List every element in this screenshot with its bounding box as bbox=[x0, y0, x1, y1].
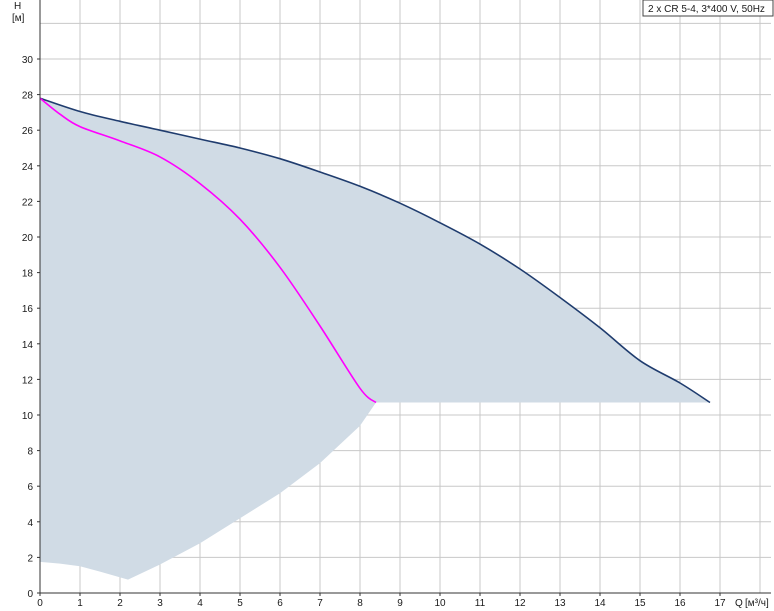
y-tick-label: 10 bbox=[22, 411, 34, 422]
legend-box: 2 x CR 5-4, 3*400 V, 50Hz bbox=[642, 0, 774, 17]
operating-area bbox=[40, 98, 710, 580]
x-tick-label: 12 bbox=[514, 598, 526, 609]
x-tick-label: 1 bbox=[77, 598, 83, 609]
x-tick-label: 4 bbox=[197, 598, 203, 609]
y-tick-label: 18 bbox=[22, 269, 34, 280]
y-axis-label: H bbox=[14, 1, 21, 12]
y-tick-label: 14 bbox=[22, 340, 34, 351]
y-tick-label: 8 bbox=[27, 447, 33, 458]
x-tick-label: 8 bbox=[357, 598, 363, 609]
x-tick-label: 17 bbox=[714, 598, 726, 609]
x-tick-label: 3 bbox=[157, 598, 163, 609]
y-tick-label: 30 bbox=[22, 55, 34, 66]
x-tick-label: 6 bbox=[277, 598, 283, 609]
x-tick-label: 15 bbox=[634, 598, 646, 609]
y-tick-label: 20 bbox=[22, 233, 34, 244]
y-tick-label: 0 bbox=[27, 589, 33, 600]
x-tick-label: 14 bbox=[594, 598, 606, 609]
y-tick-label: 26 bbox=[22, 126, 34, 137]
y-tick-label: 24 bbox=[22, 162, 34, 173]
x-axis-label: Q bbox=[735, 598, 743, 609]
x-tick-label: 9 bbox=[397, 598, 403, 609]
x-tick-labels: 0 1 2 3 4 5 6 7 8 9 10 11 12 13 14 15 16 17 bbox=[37, 593, 726, 609]
y-axis-unit: [м] bbox=[12, 13, 25, 24]
x-tick-label: 11 bbox=[475, 598, 486, 609]
x-tick-label: 2 bbox=[117, 598, 123, 609]
x-tick-label: 16 bbox=[674, 598, 686, 609]
y-tick-label: 2 bbox=[27, 553, 33, 564]
y-tick-labels: 024681012141618202224262830 bbox=[22, 55, 40, 600]
x-tick-label: 7 bbox=[317, 598, 323, 609]
x-tick-label: 5 bbox=[237, 598, 243, 609]
y-tick-label: 6 bbox=[27, 482, 33, 493]
y-tick-label: 16 bbox=[22, 304, 34, 315]
legend-title: 2 x CR 5-4, 3*400 V, 50Hz bbox=[648, 4, 765, 15]
y-tick-label: 4 bbox=[27, 518, 33, 529]
x-tick-label: 10 bbox=[434, 598, 446, 609]
pump-curve-chart: 0 1 2 3 4 5 6 7 8 9 10 11 12 13 14 15 16 17 0246810121416… bbox=[12, 0, 774, 609]
y-tick-label: 22 bbox=[22, 197, 34, 208]
x-axis-unit: [м³/ч] bbox=[745, 598, 769, 609]
y-tick-label: 28 bbox=[22, 91, 34, 102]
x-tick-label: 13 bbox=[554, 598, 566, 609]
y-tick-label: 12 bbox=[22, 375, 34, 386]
x-tick-label: 0 bbox=[37, 598, 43, 609]
